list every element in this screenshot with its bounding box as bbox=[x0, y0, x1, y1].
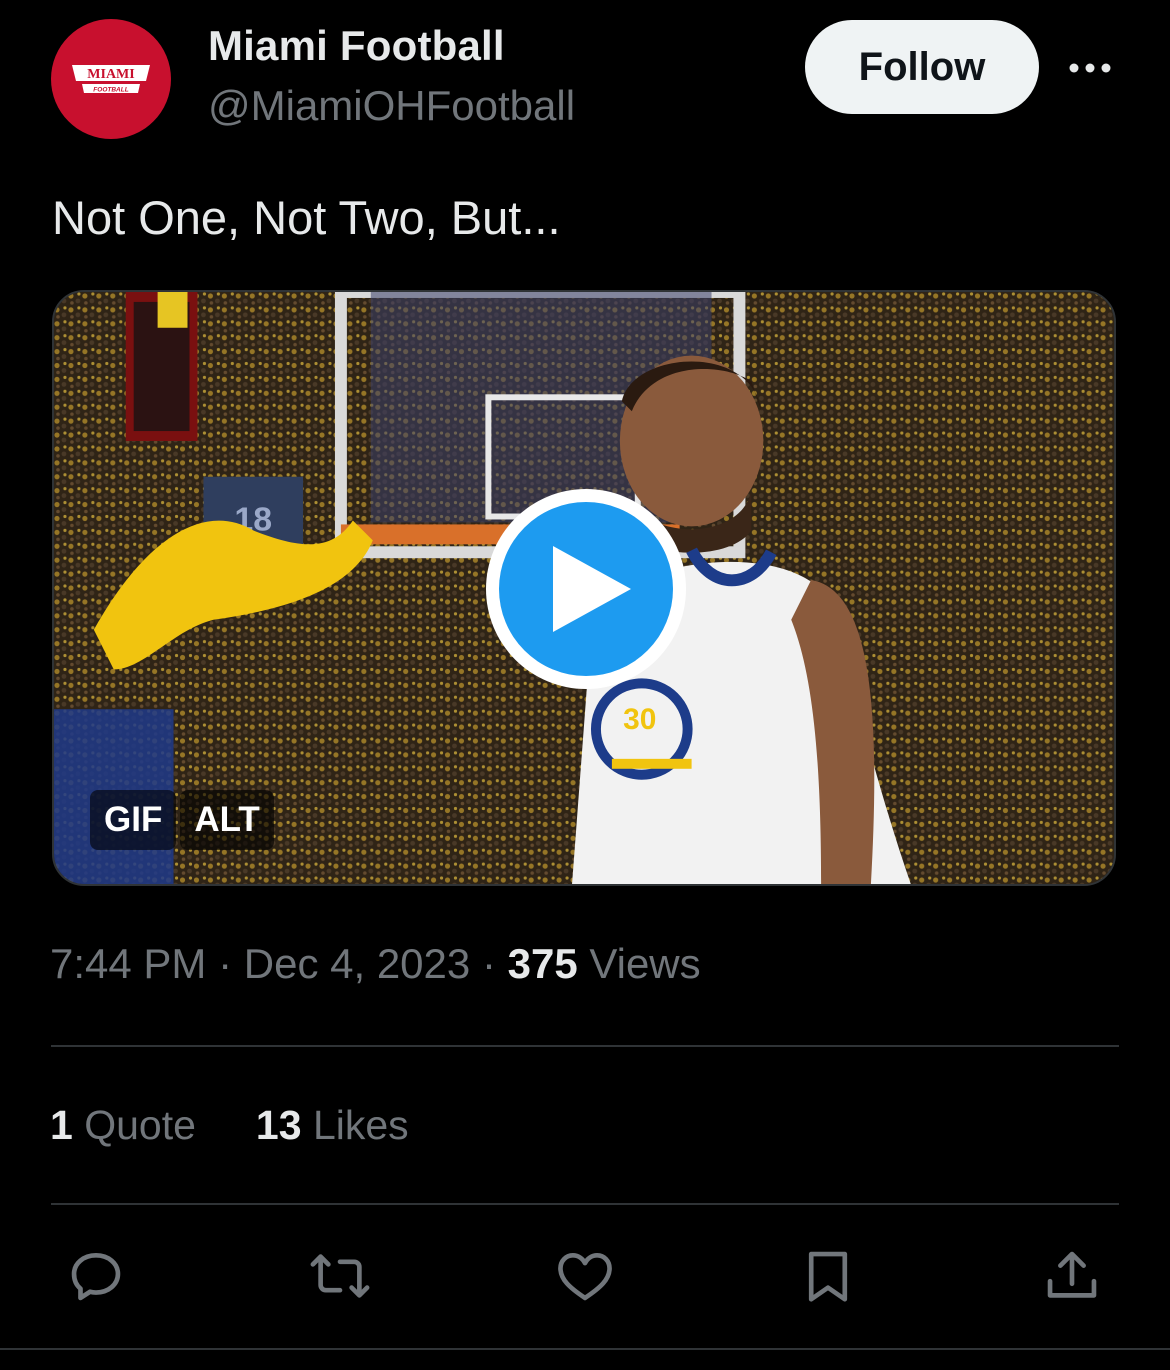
follow-button[interactable]: Follow bbox=[805, 20, 1039, 114]
views-label: Views bbox=[589, 940, 701, 987]
bookmark-icon bbox=[808, 1251, 848, 1302]
tweet-date[interactable]: Dec 4, 2023 bbox=[244, 940, 471, 987]
svg-text:MIAMI: MIAMI bbox=[87, 67, 134, 82]
share-button[interactable] bbox=[1040, 1244, 1104, 1308]
views-count: 375 bbox=[507, 940, 578, 987]
bottom-divider bbox=[0, 1348, 1170, 1350]
share-icon bbox=[1047, 1251, 1097, 1298]
avatar[interactable]: MIAMI FOOTBALL bbox=[51, 19, 171, 139]
like-button[interactable] bbox=[553, 1244, 617, 1308]
tweet-text: Not One, Not Two, But... bbox=[52, 191, 561, 244]
reply-icon bbox=[71, 1253, 121, 1301]
retweet-icon bbox=[310, 1254, 370, 1298]
retweet-button[interactable] bbox=[308, 1244, 372, 1308]
author-display-name[interactable]: Miami Football bbox=[208, 22, 505, 70]
more-horizontal-icon bbox=[1069, 63, 1111, 73]
reply-button[interactable] bbox=[64, 1244, 128, 1308]
jersey-number: 30 bbox=[623, 703, 656, 736]
tweet-time[interactable]: 7:44 PM bbox=[50, 940, 206, 987]
engagement-stats: 1 Quote 13 Likes bbox=[50, 1102, 409, 1149]
more-options-button[interactable] bbox=[1060, 48, 1120, 88]
likes-count: 13 bbox=[255, 1102, 302, 1148]
bookmark-button[interactable] bbox=[796, 1244, 860, 1308]
divider bbox=[51, 1203, 1119, 1205]
miami-logo-icon: MIAMI FOOTBALL bbox=[72, 65, 150, 94]
gif-badge: GIF bbox=[90, 790, 177, 850]
like-icon bbox=[558, 1253, 612, 1301]
quotes-count: 1 bbox=[50, 1102, 73, 1148]
action-bar bbox=[0, 1244, 1170, 1308]
divider bbox=[51, 1045, 1119, 1047]
likes-stat[interactable]: 13 Likes bbox=[256, 1102, 409, 1149]
play-icon bbox=[553, 546, 631, 632]
likes-label: Likes bbox=[312, 1102, 409, 1148]
author-handle[interactable]: @MiamiOHFootball bbox=[208, 82, 575, 130]
meta-separator: · bbox=[218, 940, 233, 987]
tweet-meta: 7:44 PM · Dec 4, 2023 · 375 Views bbox=[50, 940, 701, 988]
meta-separator: · bbox=[481, 940, 496, 987]
gif-media[interactable]: 18 30 GIF ALT bbox=[52, 290, 1116, 886]
play-button[interactable] bbox=[486, 489, 686, 689]
quotes-stat[interactable]: 1 Quote bbox=[50, 1102, 196, 1149]
alt-badge[interactable]: ALT bbox=[180, 790, 274, 850]
quotes-label: Quote bbox=[84, 1102, 196, 1148]
svg-text:FOOTBALL: FOOTBALL bbox=[93, 87, 128, 94]
